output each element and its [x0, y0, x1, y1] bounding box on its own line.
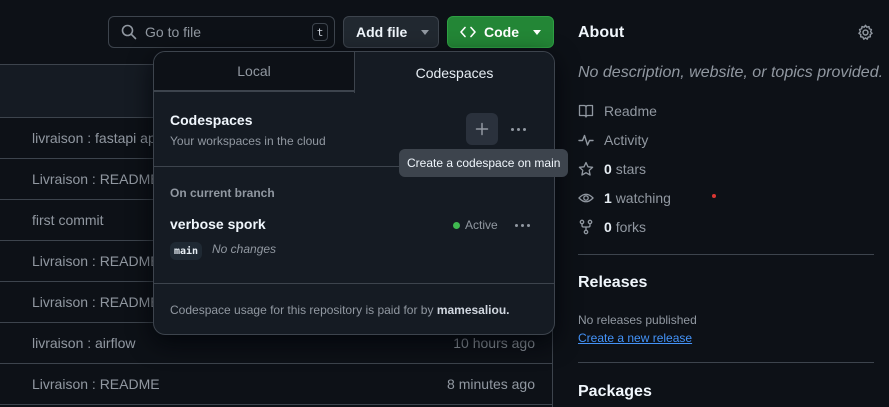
stars-label: stars	[615, 161, 647, 177]
forks-link[interactable]: 0 forks	[578, 219, 646, 235]
plus-icon	[475, 122, 489, 136]
divider	[578, 362, 874, 363]
billing-owner: mamesaliou.	[436, 303, 510, 317]
commit-message[interactable]: Livraison : README	[32, 294, 160, 310]
go-to-file-placeholder: Go to file	[145, 24, 202, 40]
go-to-file-input[interactable]: Go to file t	[108, 16, 335, 48]
codespaces-menu-button[interactable]	[511, 128, 526, 131]
commit-message[interactable]: first commit	[32, 212, 104, 228]
add-file-button[interactable]: Add file	[343, 16, 439, 48]
create-release-link[interactable]: Create a new release	[578, 331, 692, 345]
codespaces-subtitle: Your workspaces in the cloud	[170, 134, 326, 148]
code-brackets-icon	[460, 26, 476, 38]
packages-heading[interactable]: Packages	[578, 383, 652, 401]
star-icon	[578, 161, 594, 176]
readme-label: Readme	[604, 103, 657, 119]
commit-time: 10 hours ago	[453, 335, 535, 351]
dropdown-tabs: Local Codespaces	[154, 52, 554, 93]
repo-description: No description, website, or topics provi…	[578, 64, 884, 81]
stars-link[interactable]: 0 stars	[578, 161, 646, 177]
watching-link[interactable]: 1 watching	[578, 190, 671, 206]
forks-label: forks	[615, 219, 647, 235]
gear-icon[interactable]	[857, 24, 874, 41]
billing-text: Codespace usage for this repository is p…	[170, 303, 437, 317]
current-branch-heading: On current branch	[170, 186, 275, 200]
kebab-dot	[523, 128, 526, 131]
codespace-name[interactable]: verbose spork	[170, 216, 266, 232]
create-codespace-button[interactable]	[466, 113, 498, 145]
watching-count: 1	[604, 190, 612, 206]
book-icon	[578, 104, 594, 118]
table-row[interactable]: Livraison : README 8 minutes ago	[0, 364, 552, 405]
kebab-dot	[521, 224, 524, 227]
billing-note: Codespace usage for this repository is p…	[170, 303, 510, 317]
branch-label: main	[170, 242, 203, 260]
divider	[578, 254, 874, 255]
pulse-icon	[578, 134, 594, 146]
tooltip: Create a codespace on main	[399, 149, 569, 177]
commit-message[interactable]: Livraison : README	[32, 171, 160, 187]
changes-text: No changes	[212, 242, 277, 256]
readme-link[interactable]: Readme	[578, 103, 657, 119]
code-dropdown: Local Codespaces Codespaces Your workspa…	[153, 51, 555, 335]
kebab-dot	[517, 128, 520, 131]
fork-icon	[579, 219, 593, 235]
releases-heading[interactable]: Releases	[578, 274, 647, 292]
code-button[interactable]: Code	[447, 16, 554, 48]
code-label: Code	[484, 24, 519, 40]
divider	[154, 283, 554, 284]
shortcut-key: t	[312, 23, 328, 41]
activity-label: Activity	[604, 132, 649, 148]
watching-label: watching	[615, 190, 671, 206]
status-dot-icon	[453, 221, 460, 229]
search-icon	[121, 24, 137, 40]
kebab-dot	[527, 224, 530, 227]
commit-message[interactable]: Livraison : README	[32, 253, 160, 269]
codespaces-heading: Codespaces	[170, 112, 253, 128]
codespace-menu-button[interactable]	[515, 224, 530, 227]
stars-count: 0	[604, 161, 612, 177]
kebab-dot	[515, 224, 518, 227]
status-text: Active	[465, 218, 498, 232]
commit-message[interactable]: livraison : airflow	[32, 335, 135, 351]
commit-time: 8 minutes ago	[447, 376, 535, 392]
kebab-dot	[511, 128, 514, 131]
status-badge: Active	[453, 218, 498, 232]
tab-local[interactable]: Local	[154, 52, 354, 91]
add-file-label: Add file	[356, 24, 408, 40]
no-releases-text: No releases published	[578, 313, 697, 327]
activity-link[interactable]: Activity	[578, 132, 648, 148]
forks-count: 0	[604, 219, 612, 235]
eye-icon	[578, 193, 594, 203]
about-heading: About	[578, 24, 625, 41]
chevron-down-icon	[533, 29, 541, 35]
chevron-down-icon	[421, 29, 430, 35]
cursor-dot	[712, 194, 716, 198]
tab-codespaces[interactable]: Codespaces	[354, 52, 554, 93]
commit-message[interactable]: livraison : fastapi ap	[32, 130, 156, 146]
commit-message[interactable]: Livraison : README	[32, 376, 160, 392]
